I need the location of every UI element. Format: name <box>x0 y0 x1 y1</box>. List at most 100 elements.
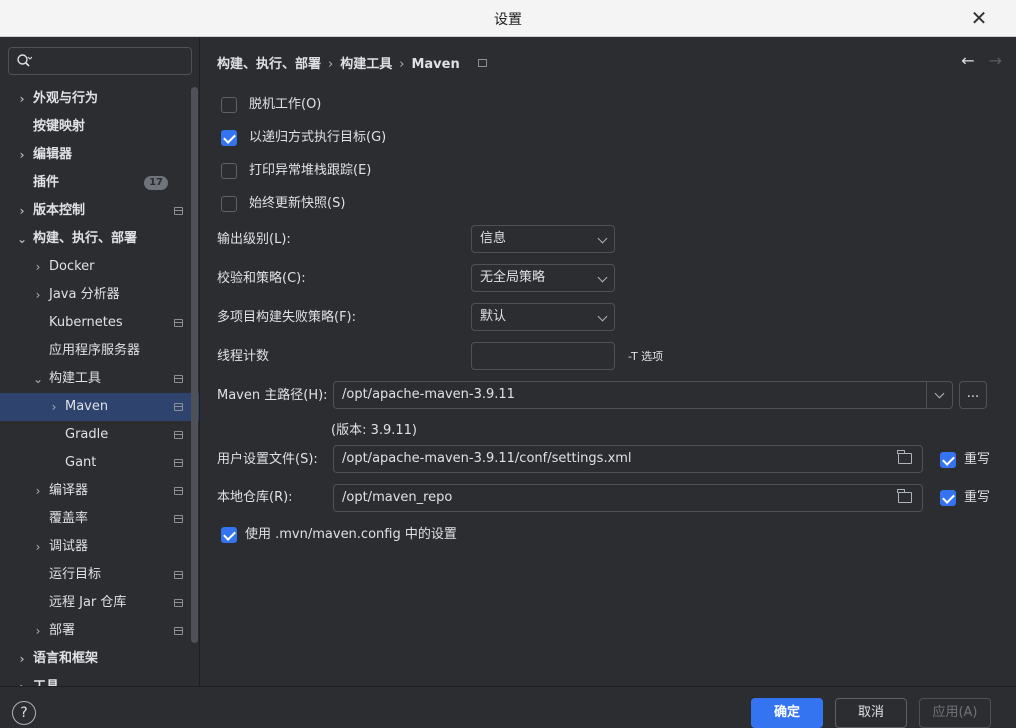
sidebar-item[interactable]: › 外观与行为 <box>0 85 199 113</box>
chevron-right-icon[interactable]: › <box>16 85 28 113</box>
project-scope-icon <box>174 431 183 439</box>
chevron-down-icon <box>597 233 608 244</box>
checkbox-box[interactable] <box>221 196 237 212</box>
checkbox-label: 以递归方式执行目标(G) <box>249 130 387 145</box>
sidebar-item[interactable]: 覆盖率 <box>0 505 199 533</box>
sidebar-scrollbar[interactable] <box>191 87 198 643</box>
chevron-right-icon[interactable]: › <box>32 477 44 505</box>
cancel-button[interactable]: 取消 <box>835 698 907 728</box>
sidebar-item[interactable]: Kubernetes <box>0 309 199 337</box>
sidebar-item[interactable]: ⌄ 构建、执行、部署 <box>0 225 199 253</box>
checkbox-box[interactable] <box>940 490 956 506</box>
count-badge: 17 <box>144 176 168 190</box>
maven-home-dropdown[interactable] <box>926 382 952 408</box>
project-scope-icon <box>174 319 183 327</box>
breadcrumb-separator: › <box>328 57 334 72</box>
forward-arrow-icon[interactable]: → <box>989 51 1002 70</box>
sidebar-item[interactable]: 运行目标 <box>0 561 199 589</box>
folder-icon[interactable] <box>897 450 912 464</box>
output-level-select[interactable]: 信息 <box>471 225 615 253</box>
checkbox-box[interactable] <box>221 130 237 146</box>
sidebar-item-label: 工具 <box>33 673 59 686</box>
sidebar-item-label: Maven <box>65 399 109 414</box>
checkbox-box[interactable] <box>940 452 956 468</box>
sidebar-item-label: Kubernetes <box>49 315 123 330</box>
checkbox-label: 使用 .mvn/maven.config 中的设置 <box>245 527 457 542</box>
sidebar-item[interactable]: 远程 Jar 仓库 <box>0 589 199 617</box>
chevron-right-icon[interactable]: › <box>32 253 44 281</box>
select-value: 信息 <box>480 231 507 246</box>
checkbox-box[interactable] <box>221 527 237 543</box>
breadcrumb-item[interactable]: 构建工具 <box>340 53 392 72</box>
dialog-footer: ? 确定 取消 应用(A) <box>0 686 1016 728</box>
checkbox-box[interactable] <box>221 163 237 179</box>
maven-version: (版本: 3.9.11) <box>331 423 418 438</box>
close-icon[interactable]: ✕ <box>968 7 990 29</box>
chevron-right-icon[interactable]: › <box>32 281 44 309</box>
sidebar-item[interactable]: › 编辑器 <box>0 141 199 169</box>
back-arrow-icon[interactable]: ← <box>961 51 974 70</box>
user-settings-value: /opt/apache-maven-3.9.11/conf/settings.x… <box>342 451 632 466</box>
breadcrumb: 构建、执行、部署 › 构建工具 › Maven <box>217 53 487 73</box>
checkbox-box[interactable] <box>221 97 237 113</box>
project-scope-icon <box>174 459 183 467</box>
maven-home-label: Maven 主路径(H): <box>217 388 328 403</box>
project-scope-icon <box>174 571 183 579</box>
thread-count-input[interactable] <box>471 342 615 370</box>
checkbox-label: 始终更新快照(S) <box>249 196 346 211</box>
sidebar-item-label: Gradle <box>65 427 109 442</box>
sidebar-item[interactable]: › 工具 <box>0 673 199 686</box>
apply-button[interactable]: 应用(A) <box>919 698 991 728</box>
sidebar-item[interactable]: Gant <box>0 449 199 477</box>
chevron-right-icon[interactable]: › <box>48 393 60 421</box>
sidebar-item[interactable]: › 版本控制 <box>0 197 199 225</box>
sidebar-item-label: 版本控制 <box>33 203 86 218</box>
chevron-down-icon[interactable]: ⌄ <box>32 365 44 393</box>
sidebar-item[interactable]: › Java 分析器 <box>0 281 199 309</box>
sidebar-item[interactable]: 按键映射 <box>0 113 199 141</box>
settings-sidebar: › 外观与行为 按键映射 › 编辑器 插件 17 › 版本控制 ⌄ 构建、执行、部署 › Docker ›… <box>0 37 200 686</box>
maven-home-combo[interactable]: /opt/apache-maven-3.9.11 <box>333 381 953 409</box>
sidebar-item[interactable]: ⌄ 构建工具 <box>0 365 199 393</box>
multiproject-label: 多项目构建失败策略(F): <box>217 310 357 325</box>
sidebar-item[interactable]: › Docker <box>0 253 199 281</box>
sidebar-item[interactable]: › 语言和框架 <box>0 645 199 673</box>
project-scope-icon <box>174 487 183 495</box>
checksum-select[interactable]: 无全局策略 <box>471 264 615 292</box>
chevron-right-icon[interactable]: › <box>16 141 28 169</box>
sidebar-item[interactable]: › 调试器 <box>0 533 199 561</box>
sidebar-item[interactable]: Gradle <box>0 421 199 449</box>
sidebar-item[interactable]: › 部署 <box>0 617 199 645</box>
sidebar-item[interactable]: › Maven <box>0 393 199 421</box>
local-repo-label: 本地仓库(R): <box>217 490 293 505</box>
sidebar-item-label: 应用程序服务器 <box>49 343 141 358</box>
sidebar-item-label: 编辑器 <box>33 147 73 162</box>
sidebar-item[interactable]: › 编译器 <box>0 477 199 505</box>
window-title: 设置 <box>494 12 522 28</box>
chevron-right-icon[interactable]: › <box>16 645 28 673</box>
sidebar-item-label: 远程 Jar 仓库 <box>49 595 127 610</box>
checkbox-label: 脱机工作(O) <box>249 97 322 112</box>
sidebar-item-label: Gant <box>65 455 97 470</box>
browse-maven-home-button[interactable]: ... <box>959 381 987 409</box>
help-icon[interactable]: ? <box>12 701 36 725</box>
chevron-right-icon[interactable]: › <box>32 617 44 645</box>
sidebar-item-label: 按键映射 <box>33 119 86 134</box>
local-repo-input[interactable]: /opt/maven_repo <box>333 484 923 512</box>
breadcrumb-item[interactable]: 构建、执行、部署 <box>217 53 321 72</box>
breadcrumb-separator: › <box>399 57 405 72</box>
sidebar-item[interactable]: 插件 17 <box>0 169 199 197</box>
sidebar-item-label: Java 分析器 <box>49 287 120 302</box>
search-input[interactable] <box>8 47 192 75</box>
folder-icon[interactable] <box>897 489 912 503</box>
user-settings-input[interactable]: /opt/apache-maven-3.9.11/conf/settings.x… <box>333 445 923 473</box>
chevron-right-icon[interactable]: › <box>32 533 44 561</box>
project-scope-icon <box>174 403 183 411</box>
sidebar-item[interactable]: 应用程序服务器 <box>0 337 199 365</box>
ok-button[interactable]: 确定 <box>751 698 823 728</box>
chevron-right-icon[interactable]: › <box>16 673 28 686</box>
chevron-right-icon[interactable]: › <box>16 197 28 225</box>
sidebar-item-label: 编译器 <box>49 483 89 498</box>
chevron-down-icon[interactable]: ⌄ <box>16 225 28 253</box>
multiproject-select[interactable]: 默认 <box>471 303 615 331</box>
